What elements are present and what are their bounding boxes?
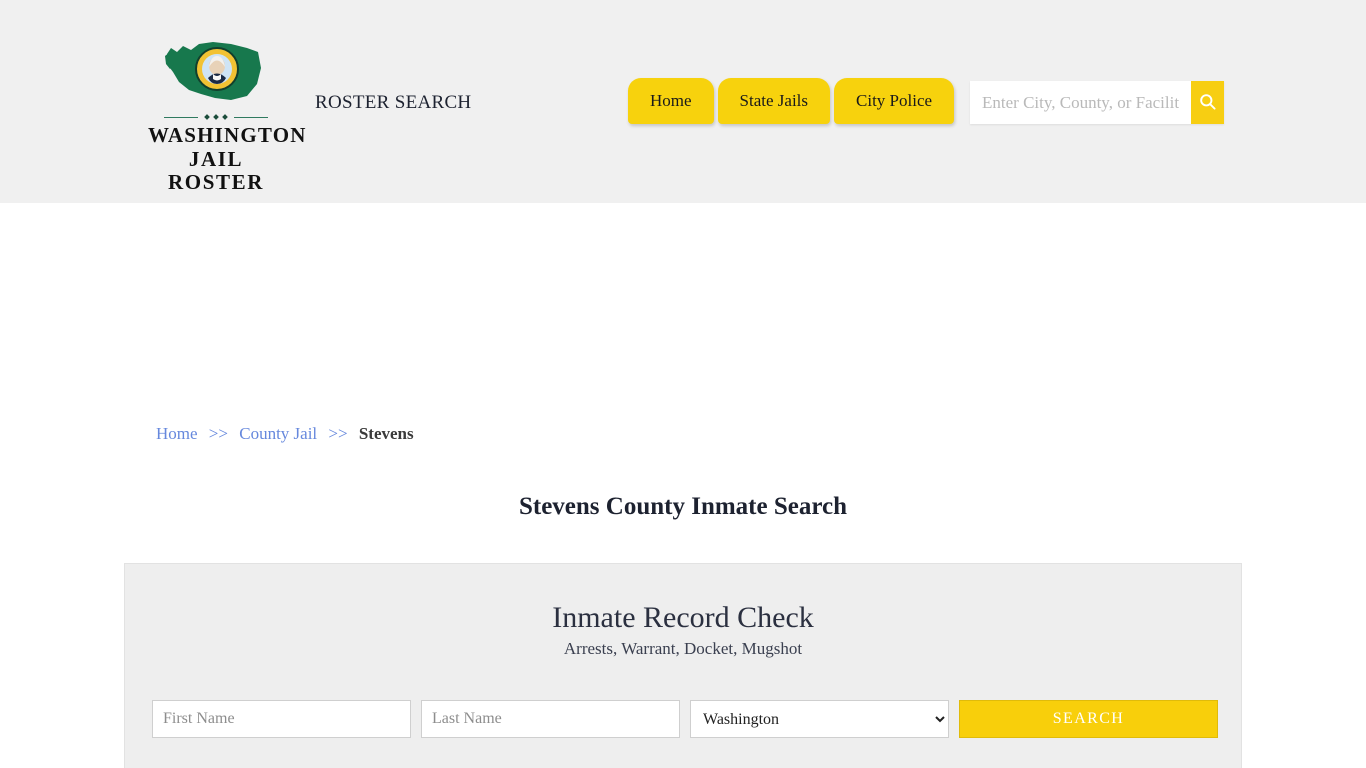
page-title: Stevens County Inmate Search (518, 492, 847, 520)
breadcrumb-current: Stevens (358, 424, 414, 443)
panel-subtitle: Arrests, Warrant, Docket, Mugshot (563, 639, 803, 658)
first-name-input[interactable] (152, 700, 411, 738)
sponsored-search-panel: Inmate Record Check Arrests, Warrant, Do… (124, 563, 1242, 768)
state-select[interactable]: Washington (690, 700, 949, 738)
main-navigation: Home State Jails City Police (628, 78, 955, 124)
panel-title: Inmate Record Check (552, 601, 814, 634)
search-icon (1198, 92, 1217, 114)
washington-state-flag-icon (161, 38, 271, 110)
header-search-input[interactable] (970, 81, 1191, 124)
site-header: WASHINGTON JAIL ROSTER ROSTER SEARCH Hom… (0, 0, 1366, 203)
header-search-button[interactable] (1191, 81, 1224, 124)
breadcrumb: Home >> County Jail >> Stevens (156, 424, 414, 444)
brand-name-line2: JAIL ROSTER (168, 146, 264, 195)
site-logo[interactable]: WASHINGTON JAIL ROSTER (148, 38, 307, 195)
breadcrumb-separator: >> (208, 424, 228, 443)
logo-divider (164, 113, 268, 122)
nav-tab-state-jails[interactable]: State Jails (717, 78, 831, 124)
last-name-input[interactable] (421, 700, 680, 738)
breadcrumb-link-home[interactable]: Home (156, 424, 198, 443)
nav-tab-home[interactable]: Home (628, 78, 714, 124)
header-tagline: ROSTER SEARCH (315, 92, 472, 113)
brand-name-line1: WASHINGTON (148, 123, 307, 147)
inmate-search-submit-button[interactable]: SEARCH (959, 700, 1218, 738)
inmate-search-form: Washington SEARCH (152, 700, 1218, 738)
header-search-box (970, 81, 1224, 124)
nav-tab-city-police[interactable]: City Police (834, 78, 955, 124)
breadcrumb-link-county-jail[interactable]: County Jail (239, 424, 317, 443)
breadcrumb-separator: >> (328, 424, 348, 443)
